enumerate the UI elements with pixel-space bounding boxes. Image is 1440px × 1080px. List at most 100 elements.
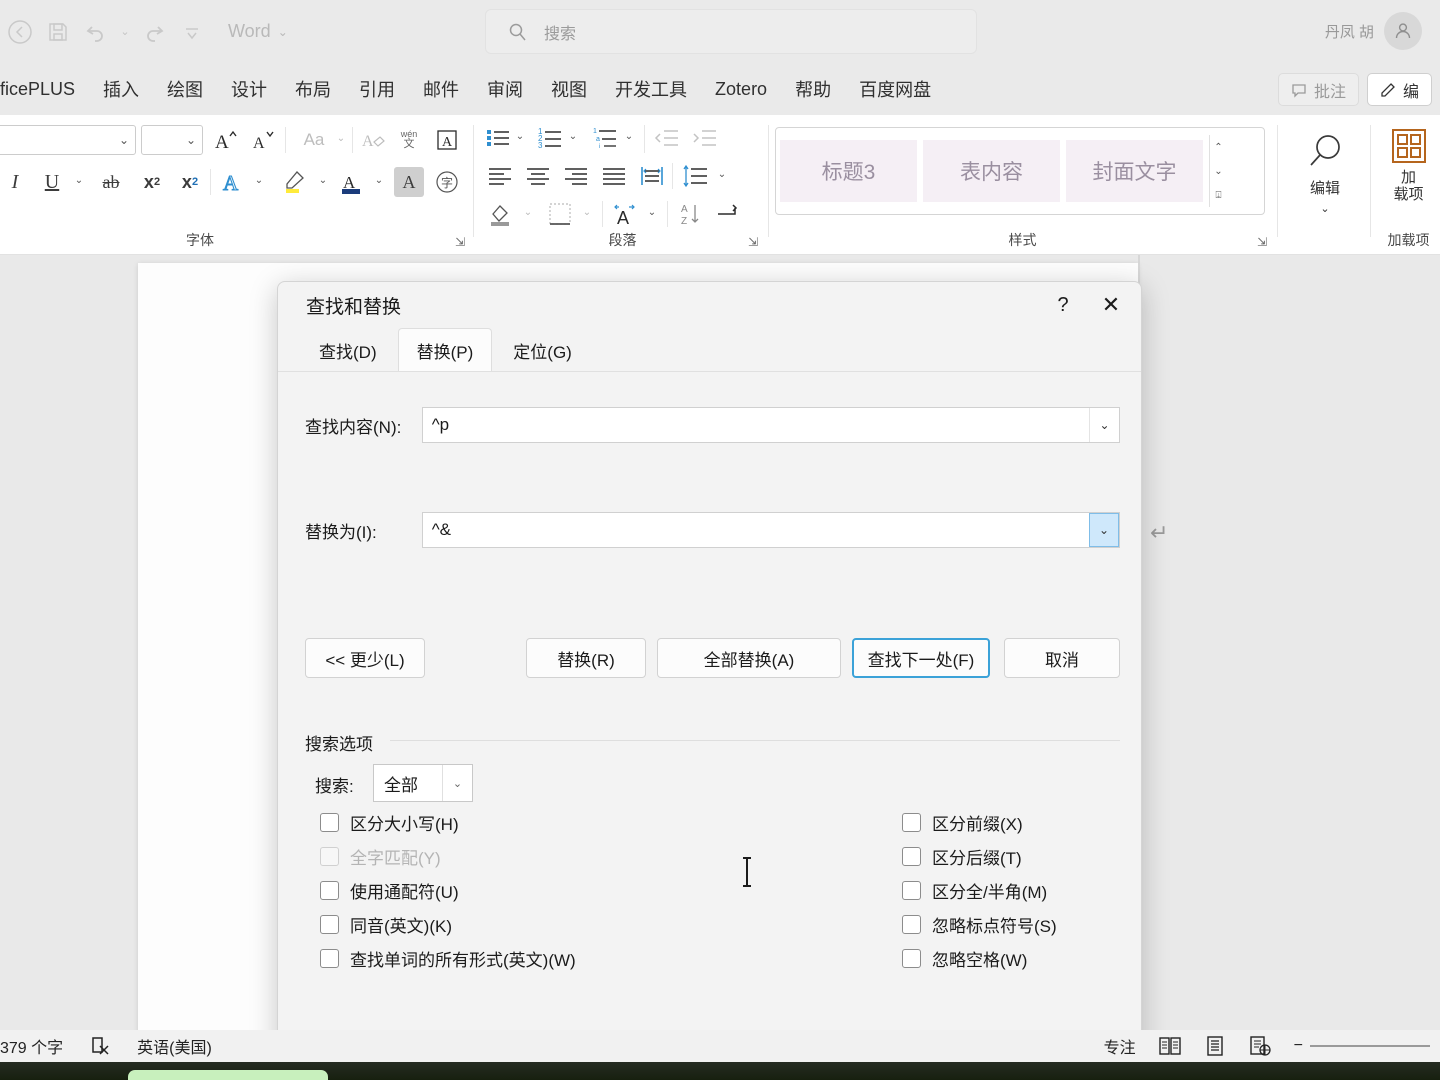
checkbox-match-case[interactable]: 区分大小写(H): [320, 810, 459, 835]
checkbox-box[interactable]: [320, 915, 339, 934]
font-color-dropdown-icon[interactable]: ⌄: [372, 175, 386, 186]
increase-font-size-icon[interactable]: A: [210, 125, 240, 155]
proofing-icon[interactable]: [89, 1035, 111, 1057]
checkbox-use-wildcards[interactable]: 使用通配符(U): [320, 878, 459, 903]
editing-dropdown-icon[interactable]: ⌄: [1320, 202, 1329, 215]
checkbox-box[interactable]: [902, 881, 921, 900]
print-layout-icon[interactable]: [1204, 1035, 1226, 1057]
replace-all-button[interactable]: 全部替换(A): [657, 638, 841, 678]
style-gallery[interactable]: 标题3 表内容 封面文字 ⌃ ⌄ ⍗: [775, 127, 1265, 215]
ribbon-tab-officeplus[interactable]: ficePLUS: [0, 75, 89, 104]
find-what-dropdown-icon[interactable]: ⌄: [1089, 408, 1119, 442]
font-color-icon[interactable]: A: [337, 167, 367, 197]
checkbox-sounds-like[interactable]: 同音(英文)(K): [320, 912, 452, 937]
checkbox-match-prefix[interactable]: 区分前缀(X): [902, 810, 1023, 835]
ribbon-tab-review[interactable]: 审阅: [473, 72, 537, 106]
scroll-down-icon[interactable]: ⌄: [1214, 166, 1222, 177]
bullet-list-icon[interactable]: [483, 123, 513, 153]
checkbox-all-word-forms[interactable]: 查找单词的所有形式(英文)(W): [320, 946, 576, 971]
find-next-button[interactable]: 查找下一处(F): [852, 638, 990, 678]
read-mode-icon[interactable]: [1158, 1035, 1182, 1057]
decrease-indent-icon[interactable]: [652, 123, 682, 153]
ribbon-tab-help[interactable]: 帮助: [781, 72, 845, 106]
font-dialog-launcher[interactable]: ⇲: [455, 235, 465, 249]
find-replace-dialog[interactable]: 查找和替换 ? ✕ 查找(D) 替换(P) 定位(G) 查找内容(N): ⌄ 替…: [277, 281, 1142, 1060]
ribbon-tab-draw[interactable]: 绘图: [153, 72, 217, 106]
tab-find[interactable]: 查找(D): [300, 328, 396, 371]
align-left-icon[interactable]: [485, 161, 515, 191]
borders-dropdown-icon[interactable]: ⌄: [580, 207, 594, 218]
checkbox-box[interactable]: [320, 949, 339, 968]
underline-icon[interactable]: U: [37, 167, 67, 197]
subscript-icon[interactable]: x2: [137, 167, 167, 197]
checkbox-ignore-punctuation[interactable]: 忽略标点符号(S): [902, 912, 1057, 937]
ribbon-tab-developer[interactable]: 开发工具: [601, 72, 701, 106]
borders-icon[interactable]: [545, 199, 575, 229]
less-button[interactable]: << 更少(L): [305, 638, 425, 678]
checkbox-ignore-whitespace[interactable]: 忽略空格(W): [902, 946, 1027, 971]
ribbon-tab-zotero[interactable]: Zotero: [701, 75, 781, 104]
superscript-icon[interactable]: x2: [175, 167, 205, 197]
underline-dropdown-icon[interactable]: ⌄: [72, 175, 86, 186]
checkbox-box[interactable]: [902, 813, 921, 832]
align-right-icon[interactable]: [561, 161, 591, 191]
clear-formatting-icon[interactable]: A: [358, 125, 388, 155]
addins-button[interactable]: 加 载项: [1377, 127, 1440, 204]
language-indicator[interactable]: 英语(美国): [137, 1034, 212, 1058]
styles-more-icon[interactable]: ⍗: [1216, 190, 1222, 201]
editing-mode-button[interactable]: 编: [1366, 73, 1432, 106]
comments-button[interactable]: 批注: [1277, 73, 1359, 106]
app-menu-button[interactable]: Word ⌄: [228, 21, 288, 42]
text-effects-icon[interactable]: A: [217, 167, 247, 197]
checkbox-box[interactable]: [320, 813, 339, 832]
zoom-slider[interactable]: −: [1294, 1037, 1430, 1055]
replace-with-input[interactable]: [422, 513, 1089, 547]
shading-dropdown-icon[interactable]: ⌄: [521, 207, 535, 218]
style-item[interactable]: 封面文字: [1066, 140, 1203, 202]
character-shading-icon[interactable]: A: [394, 167, 424, 197]
editing-button[interactable]: 编辑 ⌄: [1284, 131, 1366, 215]
numbered-list-icon[interactable]: 123: [535, 123, 565, 153]
distribute-icon[interactable]: [637, 161, 667, 191]
ribbon-tab-layout[interactable]: 布局: [281, 72, 345, 106]
highlight-dropdown-icon[interactable]: ⌄: [316, 175, 330, 186]
enclose-character-icon[interactable]: 字: [432, 167, 462, 197]
checkbox-box[interactable]: [320, 881, 339, 900]
sort-icon[interactable]: AZ: [676, 199, 706, 229]
style-gallery-scroll[interactable]: ⌃ ⌄ ⍗: [1209, 135, 1227, 207]
tab-goto[interactable]: 定位(G): [494, 328, 591, 371]
user-account[interactable]: 丹凤 胡: [1325, 12, 1422, 50]
find-what-field[interactable]: ⌄: [421, 407, 1120, 443]
replace-button[interactable]: 替换(R): [526, 638, 646, 678]
ribbon-tab-view[interactable]: 视图: [537, 72, 601, 106]
focus-mode-label[interactable]: 专注: [1104, 1034, 1136, 1058]
replace-with-dropdown-icon[interactable]: ⌄: [1089, 513, 1119, 547]
undo-icon[interactable]: [78, 14, 114, 50]
save-icon[interactable]: [40, 14, 76, 50]
scroll-up-icon[interactable]: ⌃: [1214, 142, 1222, 153]
decrease-font-size-icon[interactable]: A: [248, 125, 278, 155]
ribbon-tab-mailings[interactable]: 邮件: [409, 72, 473, 106]
redo-icon[interactable]: [136, 14, 172, 50]
text-effects-dropdown-icon[interactable]: ⌄: [252, 175, 266, 186]
style-item[interactable]: 表内容: [923, 140, 1060, 202]
ribbon-tab-baidu-netdisk[interactable]: 百度网盘: [845, 72, 945, 106]
align-center-icon[interactable]: [523, 161, 553, 191]
change-case-dropdown-icon[interactable]: ⌄: [334, 133, 348, 144]
change-case-icon[interactable]: Aa: [292, 127, 336, 153]
replace-with-field[interactable]: ⌄: [421, 512, 1120, 548]
checkbox-match-width[interactable]: 区分全/半角(M): [902, 878, 1047, 903]
line-spacing-dropdown-icon[interactable]: ⌄: [715, 169, 729, 180]
numbered-list-dropdown-icon[interactable]: ⌄: [566, 131, 580, 142]
font-family-combo[interactable]: ⌄: [0, 125, 136, 155]
find-what-input[interactable]: [422, 408, 1089, 442]
checkbox-box[interactable]: [902, 949, 921, 968]
line-spacing-icon[interactable]: [680, 161, 710, 191]
ribbon-tab-references[interactable]: 引用: [345, 72, 409, 106]
highlight-icon[interactable]: [280, 167, 310, 197]
italic-icon[interactable]: I: [0, 167, 30, 197]
justify-icon[interactable]: [599, 161, 629, 191]
strikethrough-icon[interactable]: ab: [96, 167, 126, 197]
bullet-list-dropdown-icon[interactable]: ⌄: [513, 131, 527, 142]
undo-dropdown-icon[interactable]: ⌄: [116, 14, 134, 50]
